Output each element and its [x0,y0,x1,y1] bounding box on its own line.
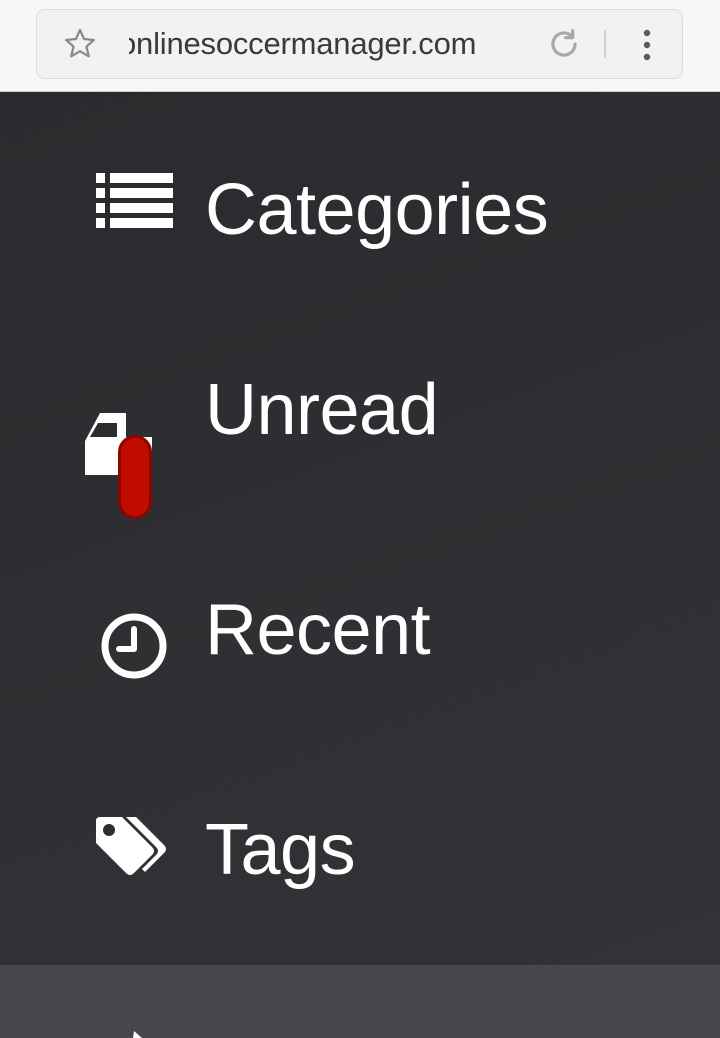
vertical-dots-icon[interactable] [633,28,661,62]
clock-icon [101,613,167,679]
tags-icon [96,817,166,875]
menu-item-label: Unread [205,370,439,450]
arrow-icon [133,1031,142,1038]
toolbar-divider [604,30,606,58]
nav-menu: Categories Unread Recent Tags [0,92,720,965]
list-icon [96,173,173,228]
address-bar[interactable]: onlinesoccermanager.com [36,9,683,79]
menu-item-label: Categories [205,170,549,250]
menu-item-label: Recent [205,590,431,670]
unread-badge [118,435,152,519]
url-text[interactable]: onlinesoccermanager.com [129,10,529,77]
menu-item-label: Tags [205,810,356,890]
menu-item-unread[interactable]: Unread [0,334,720,524]
star-outline-icon[interactable] [61,26,99,62]
lower-section [0,965,720,1038]
menu-item-categories[interactable]: Categories [0,114,720,304]
menu-item-recent[interactable]: Recent [0,554,720,744]
reload-icon[interactable] [545,25,583,63]
menu-item-tags[interactable]: Tags [0,774,720,964]
browser-toolbar: onlinesoccermanager.com [0,0,720,92]
